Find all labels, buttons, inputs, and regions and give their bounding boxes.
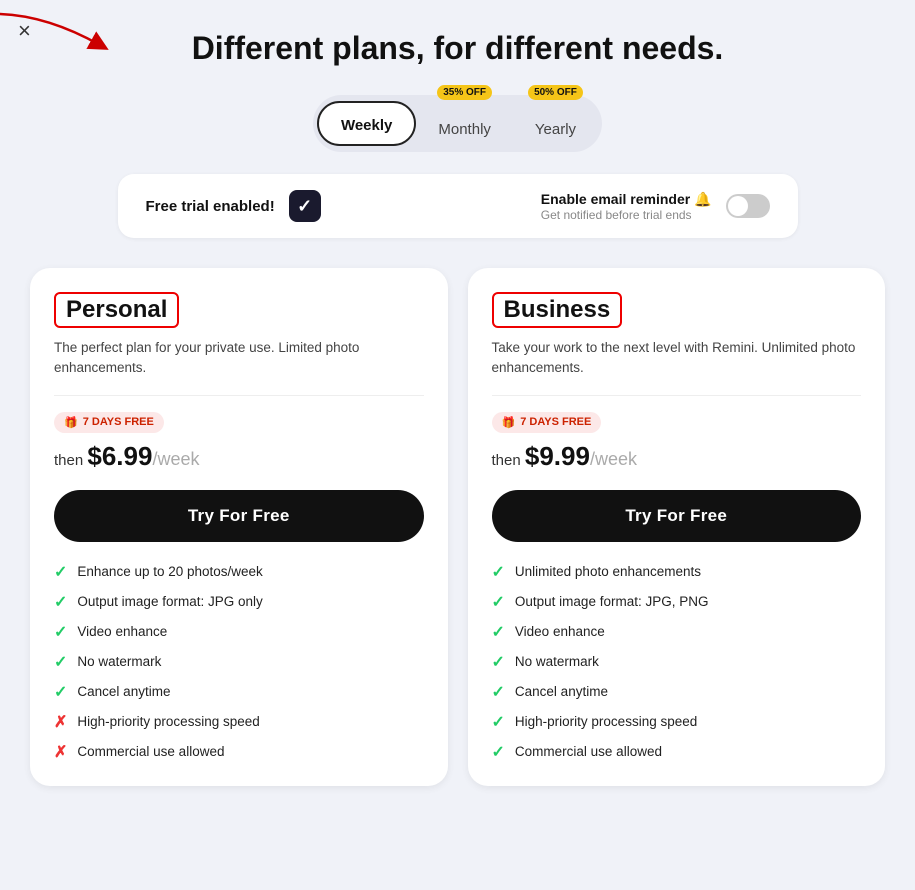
yearly-badge: 50% OFF [528,85,583,100]
check-icon: ✓ [492,592,505,612]
feature-item: ✓ Unlimited photo enhancements [492,562,862,582]
email-reminder-text: Enable email reminder 🔔 Get notified bef… [541,191,712,222]
feature-text: High-priority processing speed [77,714,259,729]
features-list-personal: ✓ Enhance up to 20 photos/week ✓ Output … [54,562,424,762]
price-period: /week [152,449,199,469]
feature-text: Enhance up to 20 photos/week [77,564,262,579]
free-days-badge: 🎁 7 DAYS FREE [54,412,164,433]
feature-text: High-priority processing speed [515,714,697,729]
feature-text: Commercial use allowed [77,744,224,759]
tab-weekly[interactable]: Weekly [317,101,416,146]
feature-item: ✗ Commercial use allowed [54,742,424,762]
monthly-badge: 35% OFF [437,85,492,100]
feature-text: Output image format: JPG, PNG [515,594,709,609]
features-list-business: ✓ Unlimited photo enhancements ✓ Output … [492,562,862,762]
plan-card-business: Business Take your work to the next leve… [468,268,886,786]
close-button[interactable]: × [18,18,31,44]
free-trial-label: Free trial enabled! [146,198,275,215]
free-days-text: 7 DAYS FREE [83,416,154,428]
free-days-badge: 🎁 7 DAYS FREE [492,412,602,433]
email-reminder-section: Enable email reminder 🔔 Get notified bef… [541,191,770,222]
plan-divider [54,395,424,396]
feature-item: ✗ High-priority processing speed [54,712,424,732]
feature-text: Commercial use allowed [515,744,662,759]
cross-icon: ✗ [54,712,67,732]
feature-item: ✓ Output image format: JPG only [54,592,424,612]
feature-item: ✓ Commercial use allowed [492,742,862,762]
plan-price-business: then $9.99/week [492,441,862,472]
feature-item: ✓ Enhance up to 20 photos/week [54,562,424,582]
check-icon: ✓ [54,682,67,702]
free-trial-checkbox[interactable] [289,190,321,222]
check-icon: ✓ [54,562,67,582]
feature-text: No watermark [515,654,599,669]
feature-item: ✓ Cancel anytime [54,682,424,702]
free-days-text: 7 DAYS FREE [520,416,591,428]
check-icon: ✓ [492,652,505,672]
plan-price-personal: then $6.99/week [54,441,424,472]
check-icon: ✓ [492,622,505,642]
feature-text: Cancel anytime [77,684,170,699]
check-icon: ✓ [54,652,67,672]
plan-desc-personal: The perfect plan for your private use. L… [54,338,424,379]
plan-desc-business: Take your work to the next level with Re… [492,338,862,379]
email-reminder-sub: Get notified before trial ends [541,208,712,222]
plan-name-personal: Personal [54,292,179,328]
tab-yearly[interactable]: 50% OFF Yearly [513,99,598,148]
feature-item: ✓ No watermark [54,652,424,672]
feature-text: Cancel anytime [515,684,608,699]
plan-divider [492,395,862,396]
plan-name-business: Business [492,292,623,328]
feature-item: ✓ Video enhance [492,622,862,642]
check-icon: ✓ [492,742,505,762]
tab-monthly[interactable]: 35% OFF Monthly [416,99,513,148]
feature-item: ✓ No watermark [492,652,862,672]
check-icon: ✓ [492,562,505,582]
check-icon: ✓ [492,712,505,732]
price-amount: $9.99 [525,441,590,471]
feature-text: No watermark [77,654,161,669]
check-icon: ✓ [54,592,67,612]
billing-tabs: Weekly 35% OFF Monthly 50% OFF Yearly [313,95,602,152]
feature-item: ✓ Video enhance [54,622,424,642]
cross-icon: ✗ [54,742,67,762]
check-icon: ✓ [54,622,67,642]
feature-item: ✓ Cancel anytime [492,682,862,702]
feature-text: Video enhance [77,624,167,639]
try-for-free-button-personal[interactable]: Try For Free [54,490,424,542]
price-amount: $6.99 [87,441,152,471]
feature-text: Video enhance [515,624,605,639]
page-title: Different plans, for different needs. [30,30,885,67]
email-reminder-toggle[interactable] [726,194,770,218]
feature-text: Unlimited photo enhancements [515,564,701,579]
check-icon: ✓ [492,682,505,702]
free-trial-left: Free trial enabled! [146,190,321,222]
email-reminder-label: Enable email reminder 🔔 [541,191,712,208]
plans-grid: Personal The perfect plan for your priva… [30,268,885,786]
plan-card-personal: Personal The perfect plan for your priva… [30,268,448,786]
feature-item: ✓ Output image format: JPG, PNG [492,592,862,612]
feature-item: ✓ High-priority processing speed [492,712,862,732]
feature-text: Output image format: JPG only [77,594,262,609]
price-period: /week [590,449,637,469]
try-for-free-button-business[interactable]: Try For Free [492,490,862,542]
gift-icon: 🎁 [502,416,516,429]
gift-icon: 🎁 [64,416,78,429]
price-prefix: then [54,452,87,469]
price-prefix: then [492,452,525,469]
free-trial-bar: Free trial enabled! Enable email reminde… [118,174,798,238]
